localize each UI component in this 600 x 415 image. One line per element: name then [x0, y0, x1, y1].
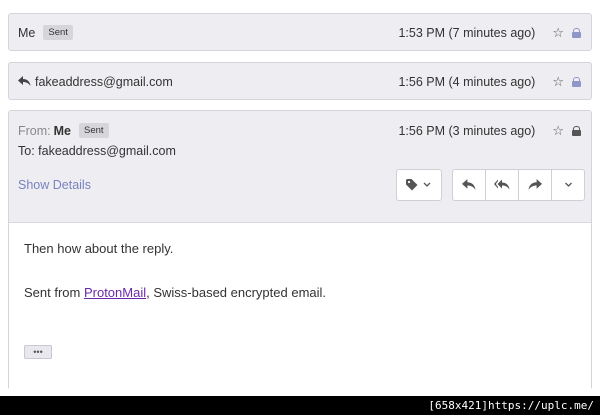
tag-icon: [406, 179, 418, 191]
chevron-down-icon: [564, 182, 572, 187]
footer-bar: [658x421]https://uplc.me/: [0, 396, 600, 415]
message-meta-row: 1:56 PM (3 minutes ago) ☆: [398, 123, 581, 139]
signature-suffix: , Swiss-based encrypted email.: [146, 285, 327, 300]
signature: Sent from ProtonMail, Swiss-based encryp…: [24, 285, 326, 300]
from-line: From: Me Sent: [18, 123, 109, 138]
message-time: 1:56 PM (3 minutes ago): [398, 124, 536, 138]
lock-icon: [572, 77, 581, 87]
reply-all-button[interactable]: [486, 170, 519, 200]
tag-dropdown-button[interactable]: [397, 170, 440, 200]
star-icon[interactable]: ☆: [552, 25, 564, 41]
message-meta-row: 1:53 PM (7 minutes ago) ☆: [398, 25, 581, 41]
footer-text: [658x421]https://uplc.me/: [428, 399, 594, 412]
more-actions-button[interactable]: [552, 170, 584, 200]
sender-email: fakeaddress@gmail.com: [35, 75, 173, 89]
sent-badge: Sent: [43, 25, 73, 40]
star-icon[interactable]: ☆: [552, 74, 564, 90]
star-icon[interactable]: ☆: [552, 123, 564, 139]
reply-icon: [18, 74, 31, 90]
from-label: From:: [18, 123, 51, 138]
mail-thread: Me Sent 1:53 PM (7 minutes ago) ☆ fakead…: [0, 0, 600, 396]
reply-all-icon: [494, 179, 510, 190]
label-dropdown[interactable]: [396, 169, 442, 201]
to-line: To: fakeaddress@gmail.com: [18, 144, 176, 158]
reply-button[interactable]: [453, 170, 486, 200]
message-collapsed-2[interactable]: fakeaddress@gmail.com 1:56 PM (4 minutes…: [8, 62, 592, 100]
from-name: Me: [53, 123, 72, 138]
protonmail-link[interactable]: ProtonMail: [84, 285, 146, 300]
message-expanded: From: Me Sent 1:56 PM (3 minutes ago) ☆ …: [8, 110, 592, 391]
signature-prefix: Sent from: [24, 285, 84, 300]
show-details-link[interactable]: Show Details: [18, 178, 91, 192]
body-text: Then how about the reply.: [24, 241, 174, 256]
message-sender-row: fakeaddress@gmail.com: [18, 74, 173, 90]
reply-icon: [462, 179, 476, 190]
message-sender-row: Me Sent: [18, 25, 73, 40]
sent-badge: Sent: [79, 123, 109, 138]
lock-icon: [572, 28, 581, 38]
forward-icon: [528, 179, 542, 190]
message-body: Then how about the reply. Sent from Prot…: [9, 223, 591, 391]
message-actions: [452, 169, 585, 201]
message-meta-row: 1:56 PM (4 minutes ago) ☆: [398, 74, 581, 90]
message-header: From: Me Sent 1:56 PM (3 minutes ago) ☆ …: [9, 111, 591, 223]
message-time: 1:53 PM (7 minutes ago): [398, 26, 536, 40]
chevron-down-icon: [423, 182, 431, 187]
sender-name: Me: [18, 25, 36, 40]
show-quoted-button[interactable]: •••: [24, 345, 52, 359]
message-collapsed-1[interactable]: Me Sent 1:53 PM (7 minutes ago) ☆: [8, 13, 592, 51]
message-time: 1:56 PM (4 minutes ago): [398, 75, 536, 89]
forward-button[interactable]: [519, 170, 552, 200]
lock-icon: [572, 126, 581, 136]
